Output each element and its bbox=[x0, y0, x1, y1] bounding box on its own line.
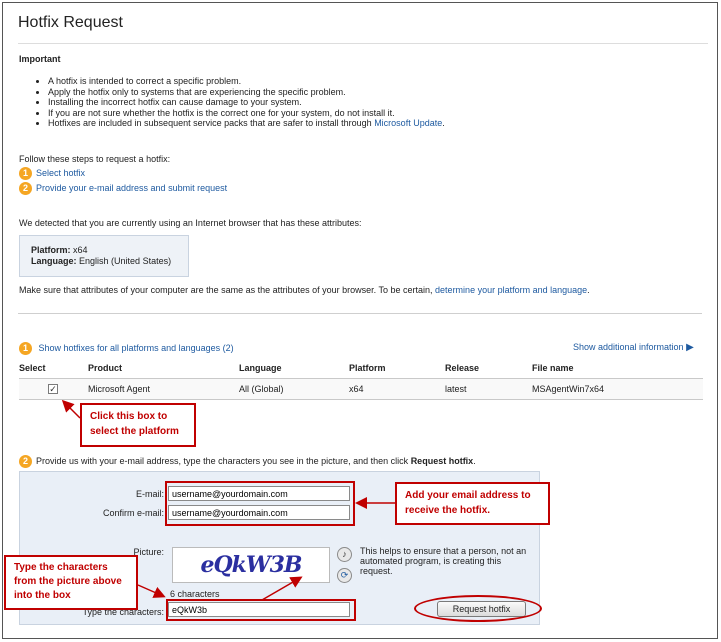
annotation-arrows bbox=[61, 399, 395, 601]
checkbox-arrow bbox=[61, 399, 81, 419]
char-count-arrow bbox=[137, 584, 166, 598]
captcha-arrow bbox=[261, 576, 303, 601]
